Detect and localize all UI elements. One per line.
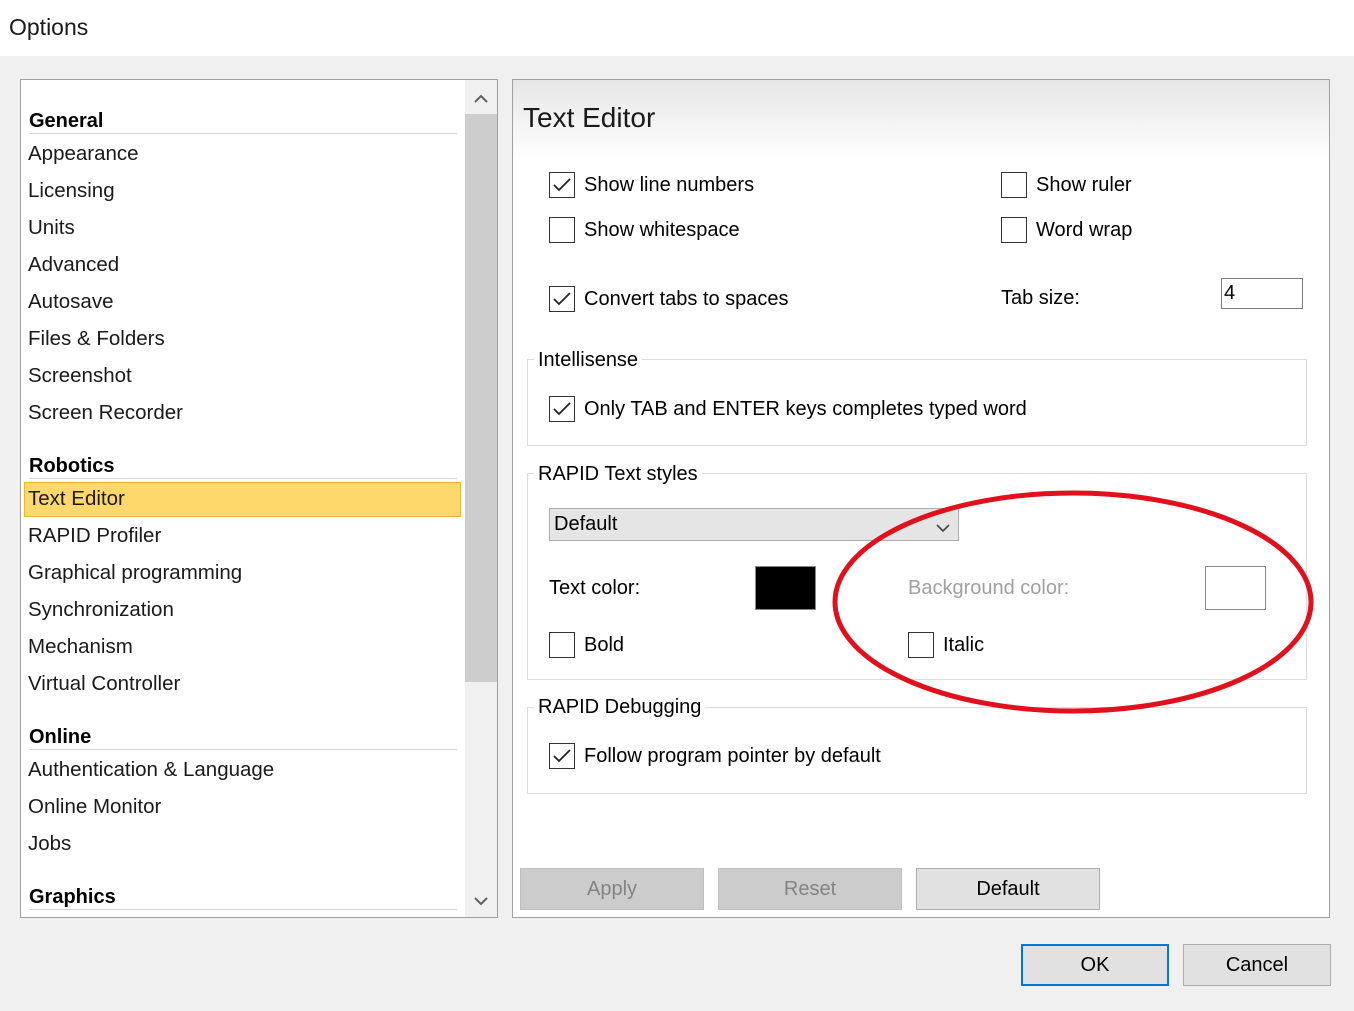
category-header-label: Online — [29, 726, 92, 748]
word-wrap-label: Word wrap — [1036, 218, 1133, 241]
ok-button[interactable]: OK — [1021, 944, 1169, 986]
chevron-down-icon — [936, 516, 950, 539]
show-ruler-label: Show ruler — [1036, 173, 1132, 196]
convert-tabs-label: Convert tabs to spaces — [584, 287, 789, 310]
default-button[interactable]: Default — [916, 868, 1100, 910]
text-style-selected-value: Default — [554, 513, 618, 535]
show-ruler-checkbox[interactable]: Show ruler — [1001, 171, 1132, 199]
tab-size-input[interactable]: 4 — [1221, 278, 1303, 309]
category-item-label: Appearance — [28, 142, 139, 165]
category-header-label: Robotics — [29, 455, 115, 477]
bold-label: Bold — [584, 633, 625, 656]
category-item-label: Authentication & Language — [28, 758, 275, 781]
category-item[interactable]: Files & Folders — [24, 322, 461, 357]
panel-header: Text Editor — [513, 80, 1329, 160]
window-title: Options — [9, 14, 89, 40]
category-item-label: Licensing — [28, 179, 115, 202]
category-item-label: Text Editor — [28, 487, 125, 510]
category-item-label: Autosave — [28, 290, 114, 313]
show-whitespace-checkbox[interactable]: Show whitespace — [549, 216, 740, 244]
scroll-up-icon[interactable] — [465, 82, 497, 114]
category-item-label: Screenshot — [28, 364, 132, 387]
category-item[interactable]: Autosave — [24, 285, 461, 320]
category-item[interactable]: Online Monitor — [24, 790, 461, 825]
checkbox-box[interactable] — [549, 172, 575, 198]
category-item[interactable]: Synchronization — [24, 593, 461, 628]
options-category-tree: General Appearance Licensing Units Advanced A… — [20, 79, 498, 918]
tab-enter-completion-checkbox[interactable]: Only TAB and ENTER keys completes typed … — [549, 395, 1027, 423]
category-header-label: General — [29, 110, 104, 132]
category-item[interactable]: Mechanism — [24, 630, 461, 665]
checkbox-box[interactable] — [549, 743, 575, 769]
text-color-label: Text color: — [549, 577, 641, 599]
follow-program-pointer-checkbox[interactable]: Follow program pointer by default — [549, 742, 881, 770]
reset-button[interactable]: Reset — [718, 868, 902, 910]
apply-button[interactable]: Apply — [520, 868, 704, 910]
category-header: Graphics — [29, 870, 457, 910]
follow-program-pointer-label: Follow program pointer by default — [584, 744, 881, 767]
text-color-swatch[interactable] — [755, 566, 816, 610]
category-item[interactable]: Virtual Controller — [24, 667, 461, 702]
category-item-label: Advanced — [28, 253, 120, 276]
category-item-label: Units — [28, 216, 75, 239]
debugging-group-title: RAPID Debugging — [534, 696, 706, 719]
vertical-scrollbar[interactable] — [465, 80, 497, 917]
category-item[interactable]: Advanced — [24, 248, 461, 283]
category-item-label: Jobs — [28, 832, 72, 855]
category-header: General — [29, 94, 457, 134]
checkbox-box[interactable] — [549, 396, 575, 422]
tab-size-label: Tab size: — [1001, 287, 1080, 309]
scrollbar-thumb[interactable] — [465, 114, 497, 682]
category-item-label: RAPID Profiler — [28, 524, 162, 547]
cancel-button[interactable]: Cancel — [1183, 944, 1331, 986]
scroll-down-icon[interactable] — [465, 885, 497, 917]
category-item-label: Graphical programming — [28, 561, 243, 584]
bold-checkbox[interactable]: Bold — [549, 631, 624, 659]
tab-enter-completion-label: Only TAB and ENTER keys completes typed … — [584, 397, 1027, 420]
checkbox-box[interactable] — [549, 286, 575, 312]
category-item[interactable]: Licensing — [24, 174, 461, 209]
checkbox-box[interactable] — [549, 217, 575, 243]
category-item[interactable]: Jobs — [24, 827, 461, 862]
title-bar: Options — [0, 0, 1354, 56]
category-item[interactable]: RAPID Profiler — [24, 519, 461, 554]
background-color-label: Background color: — [908, 577, 1070, 599]
category-item[interactable]: Text Editor — [24, 482, 461, 517]
category-item[interactable]: Screenshot — [24, 359, 461, 394]
category-item-label: Files & Folders — [28, 327, 165, 350]
category-list: General Appearance Licensing Units Advanced A… — [21, 80, 465, 917]
show-whitespace-label: Show whitespace — [584, 218, 740, 241]
background-color-swatch[interactable] — [1205, 566, 1266, 610]
intellisense-group-title: Intellisense — [534, 349, 643, 372]
category-item-label: Online Monitor — [28, 795, 162, 818]
convert-tabs-checkbox[interactable]: Convert tabs to spaces — [549, 285, 789, 313]
show-line-numbers-label: Show line numbers — [584, 173, 755, 196]
category-item[interactable]: Units — [24, 211, 461, 246]
category-item-label: Synchronization — [28, 598, 174, 621]
panel-title: Text Editor — [523, 102, 656, 133]
text-styles-group-title: RAPID Text styles — [534, 463, 702, 486]
category-item[interactable]: Graphical programming — [24, 556, 461, 591]
category-item-label: Virtual Controller — [28, 672, 181, 695]
text-style-dropdown[interactable]: Default — [549, 508, 959, 541]
checkbox-box[interactable] — [1001, 217, 1027, 243]
checkbox-box[interactable] — [549, 632, 575, 658]
text-editor-settings-panel: Text Editor Show line numbers Show ruler… — [512, 79, 1330, 918]
show-line-numbers-checkbox[interactable]: Show line numbers — [549, 171, 754, 199]
category-item-label: Screen Recorder — [28, 401, 183, 424]
checkbox-box[interactable] — [908, 632, 934, 658]
category-header: Robotics — [29, 439, 457, 479]
italic-label: Italic — [943, 633, 985, 656]
category-item[interactable]: Screen Recorder — [24, 396, 461, 431]
category-item-label: Mechanism — [28, 635, 133, 658]
category-item[interactable]: Appearance — [24, 137, 461, 172]
category-item[interactable]: Authentication & Language — [24, 753, 461, 788]
category-header: Online — [29, 710, 457, 750]
italic-checkbox[interactable]: Italic — [908, 631, 984, 659]
checkbox-box[interactable] — [1001, 172, 1027, 198]
word-wrap-checkbox[interactable]: Word wrap — [1001, 216, 1132, 244]
category-header-label: Graphics — [29, 886, 116, 908]
